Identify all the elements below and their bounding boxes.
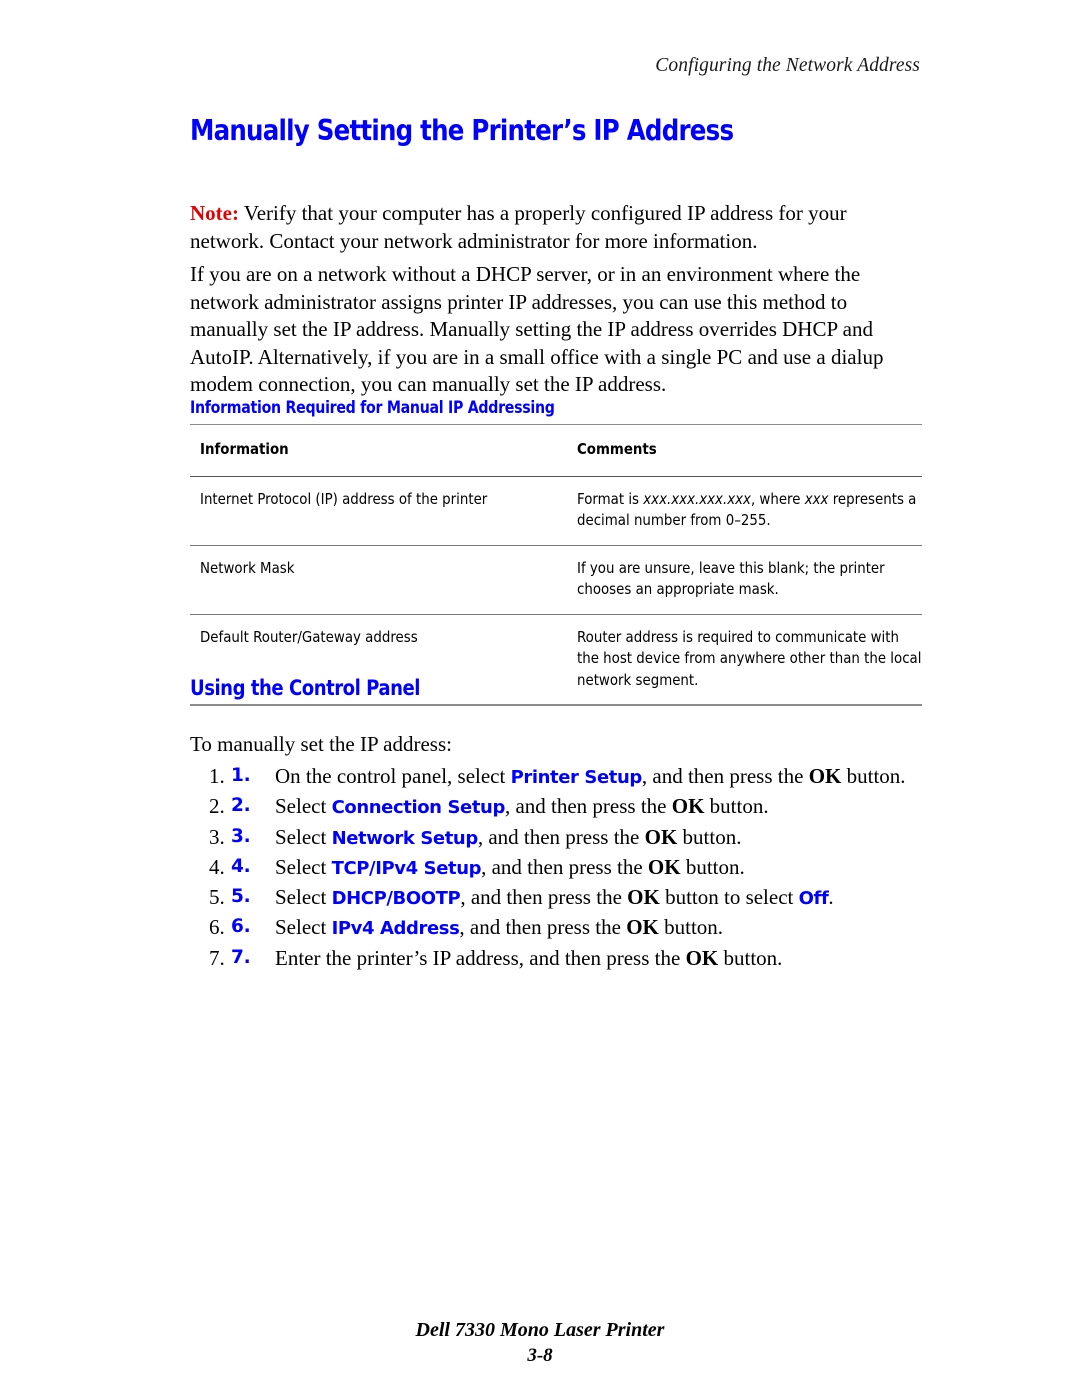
comment-prefix: Format is [577,489,644,508]
step-text-post2: . [828,885,834,910]
document-page: Configuring the Network Address Manually… [0,0,1080,1397]
step-text-pre: Select [275,824,332,849]
key-label-ok: OK [627,885,660,910]
step-text-mid: , and then press the [460,885,628,910]
step-text-post: button. [718,945,783,970]
step-text-post: button to select [659,885,799,910]
list-item: 6. Select IPv4 Address, and then press t… [230,913,962,943]
step-text-pre: On the control panel, select [275,764,511,788]
information-table: Information Comments Internet Protocol (… [190,424,922,706]
steps-lead-in: To manually set the IP address: [190,732,452,756]
note-label: Note: [190,201,239,225]
cell-information: Internet Protocol (IP) address of the pr… [190,476,568,546]
table-row: Network Mask If you are unsure, leave th… [190,545,922,615]
footer-page-number: 3-8 [527,1345,553,1366]
list-item: 5. Select DHCP/BOOTP, and then press the… [230,883,962,913]
table-header-row: Information Comments [190,424,922,477]
ui-term: IPv4 Address [331,918,460,940]
key-label-ok: OK [647,854,681,879]
step-text-post: button. [680,854,745,879]
list-item: 2. Select Connection Setup, and then pre… [230,792,962,822]
key-label-ok: OK [671,794,705,819]
step-text-pre: Enter the printer’s IP address, and then… [275,945,686,970]
cell-comments: Format is xxx.xxx.xxx.xxx, where xxx rep… [567,476,922,546]
step-number: 6. [231,916,251,938]
page-title: Manually Setting the Printer’s IP Addres… [190,114,734,147]
ui-term-off: Off [798,888,829,910]
comment-middle: , where [751,489,806,508]
key-label-ok: OK [808,764,842,788]
list-item: 1. On the control panel, select Printer … [230,762,962,792]
column-header-comments: Comments [567,424,922,477]
step-text-pre: Select [275,854,332,879]
step-text-post: button. [704,794,769,819]
running-header: Configuring the Network Address [655,55,920,76]
ui-term: DHCP/BOOTP [331,888,461,910]
ui-term: Connection Setup [331,797,506,819]
step-number: 1. [231,765,251,786]
step-text-mid: , and then press the [459,915,627,940]
footer-product-name: Dell 7330 Mono Laser Printer [415,1319,665,1341]
step-text-mid: , and then press the [504,794,672,819]
step-text-mid: , and then press the [641,764,809,788]
step-text-pre: Select [275,915,332,940]
page-footer: Dell 7330 Mono Laser Printer 3-8 [0,1318,1080,1368]
step-number: 5. [231,886,251,908]
ui-term: Printer Setup [510,767,643,788]
column-header-information: Information [190,424,568,477]
cell-comments: If you are unsure, leave this blank; the… [567,545,922,615]
key-label-ok: OK [685,945,719,970]
cell-comments: Router address is required to communicat… [567,614,922,706]
cell-information: Network Mask [190,545,568,615]
note-block: Note: Verify that your computer has a pr… [190,200,920,255]
note-text: Verify that your computer has a properly… [190,201,847,253]
step-number: 4. [231,855,251,877]
list-item: 4. Select TCP/IPv4 Setup, and then press… [230,853,962,883]
step-text-mid: , and then press the [481,854,648,879]
section-heading-control-panel: Using the Control Panel [190,676,421,700]
step-number: 3. [231,825,251,847]
list-item: 7. Enter the printer’s IP address, and t… [230,944,962,972]
step-text-post: button. [841,764,906,788]
step-number: 2. [231,795,251,817]
table-caption: Information Required for Manual IP Addre… [190,398,555,417]
key-label-ok: OK [626,915,659,940]
step-text-post: button. [658,915,724,940]
comment-octet-sample: xxx [805,489,829,508]
step-text-post: button. [677,824,742,849]
step-text-pre: Select [275,794,332,819]
step-number: 7. [231,946,251,968]
steps-list: 1. On the control panel, select Printer … [190,762,962,972]
list-item: 3. Select Network Setup, and then press … [230,823,962,853]
table-row: Internet Protocol (IP) address of the pr… [190,476,922,546]
comment-format-sample: xxx.xxx.xxx.xxx [643,489,752,508]
ui-term: Network Setup [331,827,479,849]
key-label-ok: OK [644,824,678,849]
step-text-mid: , and then press the [477,824,645,849]
ui-term: TCP/IPv4 Setup [331,857,482,879]
step-text-pre: Select [275,885,332,910]
intro-paragraph: If you are on a network without a DHCP s… [190,262,884,396]
